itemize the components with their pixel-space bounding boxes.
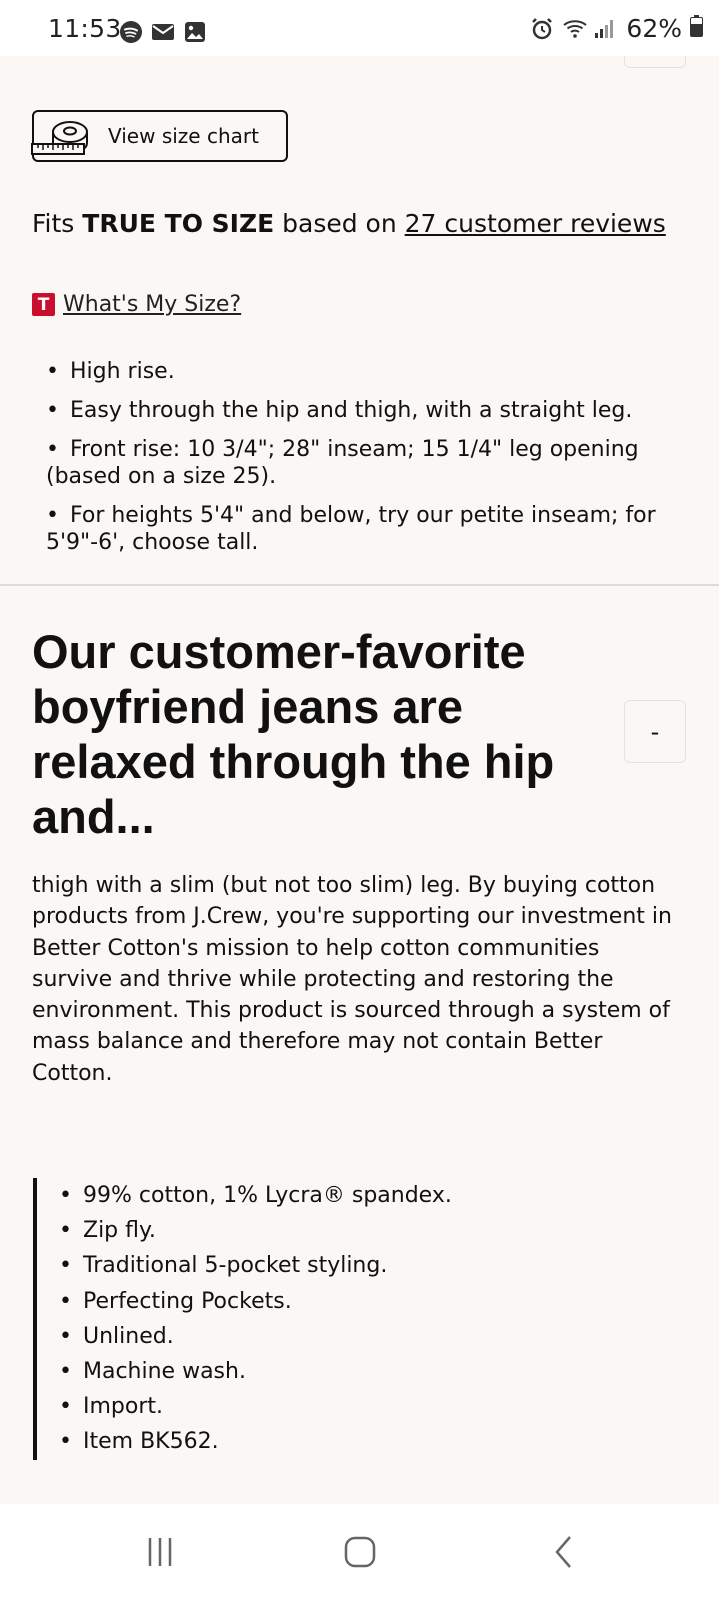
list-item: Traditional 5-pocket styling.	[59, 1248, 673, 1283]
customer-reviews-link[interactable]: 27 customer reviews	[405, 209, 666, 238]
true-fit-logo-icon: T	[32, 293, 55, 316]
view-size-chart-label: View size chart	[108, 124, 259, 148]
product-features: 99% cotton, 1% Lycra® spandex. Zip fly. …	[33, 1178, 673, 1460]
fit-summary: Fits TRUE TO SIZE based on 27 customer r…	[32, 209, 666, 238]
list-item: Item BK562.	[59, 1424, 673, 1459]
back-icon[interactable]	[542, 1530, 586, 1574]
battery-percentage: 62%	[626, 14, 682, 43]
recent-apps-icon[interactable]	[138, 1530, 182, 1574]
list-item: Zip fly.	[59, 1213, 673, 1248]
collapse-toggle-button[interactable]: -	[624, 700, 686, 763]
wifi-icon	[562, 17, 588, 41]
signal-icon	[594, 17, 618, 41]
system-navigation-bar	[0, 1504, 719, 1600]
battery-icon	[690, 14, 703, 43]
list-item: High rise.	[46, 358, 696, 385]
list-item: Unlined.	[59, 1319, 673, 1354]
product-description: thigh with a slim (but not too slim) leg…	[32, 873, 672, 1086]
fit-prefix: Fits	[32, 209, 83, 238]
alarm-icon	[530, 17, 554, 41]
collapse-button-stub[interactable]	[624, 56, 686, 68]
status-time: 11:53	[48, 14, 122, 43]
status-bar: 11:53 62%	[0, 0, 719, 56]
product-details-headline: Our customer-favorite boyfriend jeans ar…	[32, 625, 555, 843]
whats-my-size-label: What's My Size?	[63, 292, 242, 317]
list-item: Easy through the hip and thigh, with a s…	[46, 397, 696, 424]
fit-middle: based on	[274, 209, 405, 238]
list-item: Import.	[59, 1389, 673, 1424]
gmail-icon	[151, 20, 175, 44]
list-item: Front rise: 10 3/4"; 28" inseam; 15 1/4"…	[46, 436, 696, 490]
product-details-content: View size chart Fits TRUE TO SIZE based …	[0, 56, 719, 1504]
fit-verdict: TRUE TO SIZE	[82, 209, 275, 238]
view-size-chart-button[interactable]: View size chart	[30, 110, 288, 162]
section-divider	[0, 584, 719, 586]
fit-details-list: High rise. Easy through the hip and thig…	[46, 358, 696, 568]
whats-my-size-link[interactable]: T What's My Size?	[32, 292, 241, 317]
spotify-icon	[119, 20, 143, 44]
measuring-tape-icon	[30, 118, 96, 158]
list-item: For heights 5'4" and below, try our peti…	[46, 502, 696, 556]
list-item: Perfecting Pockets.	[59, 1284, 673, 1319]
home-icon[interactable]	[338, 1530, 382, 1574]
gallery-icon	[183, 20, 207, 44]
list-item: Machine wash.	[59, 1354, 673, 1389]
list-item: 99% cotton, 1% Lycra® spandex.	[59, 1178, 673, 1213]
